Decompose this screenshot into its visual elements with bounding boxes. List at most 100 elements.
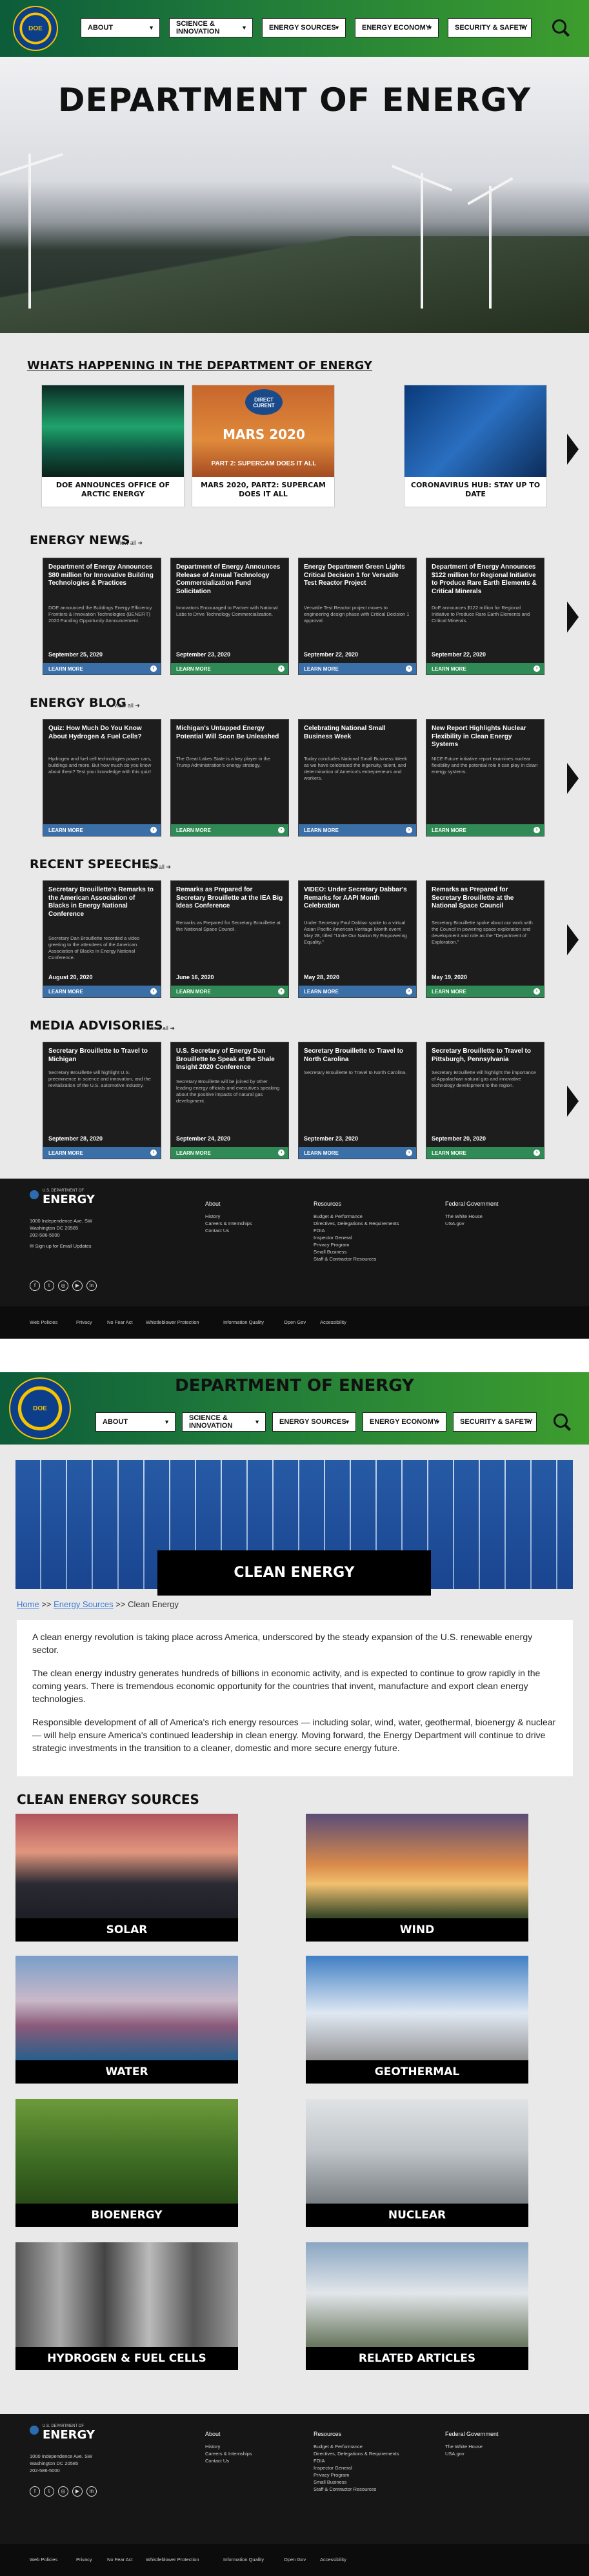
tile-wind[interactable]: WIND [306, 1814, 528, 1942]
footer-link[interactable]: The White House [445, 2443, 499, 2450]
feature-mars-2020[interactable]: DIRECT CURENT MARS 2020 PART 2: SUPERCAM… [192, 385, 335, 507]
speech-card[interactable]: Secretary Brouillette's Remarks to the A… [43, 880, 161, 998]
tile-hydrogen-fuel-cells[interactable]: HYDROGEN & FUEL CELLS [15, 2242, 238, 2370]
footer-link[interactable]: History [205, 2443, 252, 2450]
footer-bottom-link[interactable]: No Fear Act [107, 1319, 133, 1325]
footer-bottom-link[interactable]: Whistleblower Protection [146, 1319, 199, 1325]
feature-arctic-energy[interactable]: DOE ANNOUNCES OFFICE OF ARCTIC ENERGY [41, 385, 185, 507]
footer-link[interactable]: Careers & Internships [205, 2450, 252, 2457]
footer-bottom-link[interactable]: Privacy [76, 2557, 92, 2562]
footer-bottom-link[interactable]: Accessibility [320, 1319, 346, 1325]
learn-more-button[interactable]: LEARN MORE › [426, 1147, 544, 1159]
learn-more-button[interactable]: LEARN MORE › [171, 1147, 288, 1159]
footer-link[interactable]: Small Business [314, 2479, 399, 2486]
media-card[interactable]: U.S. Secretary of Energy Dan Brouillette… [170, 1042, 289, 1159]
blog-card[interactable]: Michigan's Untapped Energy Potential Wil… [170, 719, 289, 837]
breadcrumb-home-link[interactable]: Home [17, 1599, 39, 1609]
learn-more-button[interactable]: LEARN MORE › [43, 824, 161, 836]
speeches-next-arrow[interactable] [567, 924, 579, 955]
twitter-icon[interactable]: t [44, 2486, 54, 2497]
learn-more-button[interactable]: LEARN MORE › [171, 986, 288, 997]
speeches-view-all-link[interactable]: View all ➜ [145, 864, 171, 871]
news-view-all-link[interactable]: View all ➜ [116, 540, 143, 547]
footer-link[interactable]: Directives, Delegations & Requirements [314, 2450, 399, 2457]
footer-brand[interactable]: ENERGY [43, 1193, 95, 1206]
footer-link[interactable]: The White House [445, 1213, 499, 1220]
news-next-arrow[interactable] [567, 602, 579, 633]
doe-seal-logo[interactable]: DOE [13, 6, 58, 51]
footer-bottom-link[interactable]: Whistleblower Protection [146, 2557, 199, 2562]
nav-security-safety[interactable]: SECURITY & SAFETY ▼ [453, 1412, 537, 1432]
footer-bottom-link[interactable]: Open Gov [284, 1319, 306, 1325]
learn-more-button[interactable]: LEARN MORE › [43, 663, 161, 674]
speech-card[interactable]: VIDEO: Under Secretary Dabbar's Remarks … [298, 880, 417, 998]
news-card[interactable]: Department of Energy Announces $80 milli… [43, 558, 161, 675]
learn-more-button[interactable]: LEARN MORE › [299, 824, 416, 836]
news-card[interactable]: Department of Energy Announces Release o… [170, 558, 289, 675]
footer-bottom-link[interactable]: Accessibility [320, 2557, 346, 2562]
learn-more-button[interactable]: LEARN MORE › [171, 663, 288, 674]
youtube-icon[interactable]: ▶ [72, 1281, 83, 1291]
footer-link[interactable]: Staff & Contractor Resources [314, 2486, 399, 2493]
nav-energy-economy[interactable]: ENERGY ECONOMY ▼ [355, 18, 439, 37]
footer-bottom-link[interactable]: Information Quality [223, 2557, 264, 2562]
news-card[interactable]: Department of Energy Announces $122 mill… [426, 558, 544, 675]
breadcrumb-energy-sources-link[interactable]: Energy Sources [54, 1599, 114, 1609]
learn-more-button[interactable]: LEARN MORE › [43, 986, 161, 997]
youtube-icon[interactable]: ▶ [72, 2486, 83, 2497]
blog-card[interactable]: Celebrating National Small Business Week… [298, 719, 417, 837]
footer-link[interactable]: FOIA [314, 2457, 399, 2464]
facebook-icon[interactable]: f [30, 1281, 40, 1291]
learn-more-button[interactable]: LEARN MORE › [299, 663, 416, 674]
footer-link[interactable]: Careers & Internships [205, 1220, 252, 1227]
footer-bottom-link[interactable]: Privacy [76, 1319, 92, 1325]
facebook-icon[interactable]: f [30, 2486, 40, 2497]
footer-bottom-link[interactable]: Information Quality [223, 1319, 264, 1325]
media-next-arrow[interactable] [567, 1086, 579, 1117]
learn-more-button[interactable]: LEARN MORE › [426, 986, 544, 997]
footer-link[interactable]: Budget & Performance [314, 2443, 399, 2450]
speech-card[interactable]: Remarks as Prepared for Secretary Brouil… [426, 880, 544, 998]
footer-link[interactable]: FOIA [314, 1227, 399, 1234]
linkedin-icon[interactable]: in [86, 2486, 97, 2497]
footer-link[interactable]: Contact Us [205, 1227, 252, 1234]
search-icon[interactable] [552, 19, 566, 34]
nav-about[interactable]: ABOUT ▼ [81, 18, 160, 37]
nav-energy-sources[interactable]: ENERGY SOURCES ▼ [262, 18, 346, 37]
email-signup-link[interactable]: ✉ Sign up for Email Updates [30, 1242, 92, 1250]
speech-card[interactable]: Remarks as Prepared for Secretary Brouil… [170, 880, 289, 998]
media-view-all-link[interactable]: View all ➜ [148, 1025, 175, 1032]
tile-solar[interactable]: SOLAR [15, 1814, 238, 1942]
media-card[interactable]: Secretary Brouillette to Travel to Pitts… [426, 1042, 544, 1159]
learn-more-button[interactable]: LEARN MORE › [426, 663, 544, 674]
nav-about[interactable]: ABOUT ▼ [95, 1412, 175, 1432]
blog-next-arrow[interactable] [567, 763, 579, 794]
footer-link[interactable]: Staff & Contractor Resources [314, 1255, 399, 1263]
blog-view-all-link[interactable]: View all ➜ [114, 702, 140, 709]
footer-link[interactable]: USA.gov [445, 2450, 499, 2457]
carousel-next-arrow[interactable] [567, 434, 579, 465]
news-card[interactable]: Energy Department Green Lights Critical … [298, 558, 417, 675]
instagram-icon[interactable]: ◎ [58, 1281, 68, 1291]
media-card[interactable]: Secretary Brouillette to Travel to North… [298, 1042, 417, 1159]
nav-energy-sources[interactable]: ENERGY SOURCES ▼ [272, 1412, 356, 1432]
linkedin-icon[interactable]: in [86, 1281, 97, 1291]
footer-link[interactable]: Budget & Performance [314, 1213, 399, 1220]
footer-bottom-link[interactable]: Web Policies [30, 2557, 57, 2562]
footer-brand[interactable]: ENERGY [43, 2428, 95, 2442]
instagram-icon[interactable]: ◎ [58, 2486, 68, 2497]
nav-security-safety[interactable]: SECURITY & SAFETY ▼ [448, 18, 532, 37]
footer-link[interactable]: USA.gov [445, 1220, 499, 1227]
footer-bottom-link[interactable]: Open Gov [284, 2557, 306, 2562]
footer-bottom-link[interactable]: Web Policies [30, 1319, 57, 1325]
tile-geothermal[interactable]: GEOTHERMAL [306, 1956, 528, 2084]
footer-link[interactable]: Inspector General [314, 1234, 399, 1241]
nav-energy-economy[interactable]: ENERGY ECONOMY ▼ [363, 1412, 446, 1432]
nav-science-innovation[interactable]: SCIENCE & INNOVATION ▼ [169, 18, 253, 37]
footer-link[interactable]: Privacy Program [314, 2471, 399, 2479]
footer-link[interactable]: Privacy Program [314, 1241, 399, 1248]
search-icon[interactable] [554, 1414, 568, 1428]
tile-nuclear[interactable]: NUCLEAR [306, 2099, 528, 2227]
blog-card[interactable]: Quiz: How Much Do You Know About Hydroge… [43, 719, 161, 837]
tile-bioenergy[interactable]: BIOENERGY [15, 2099, 238, 2227]
